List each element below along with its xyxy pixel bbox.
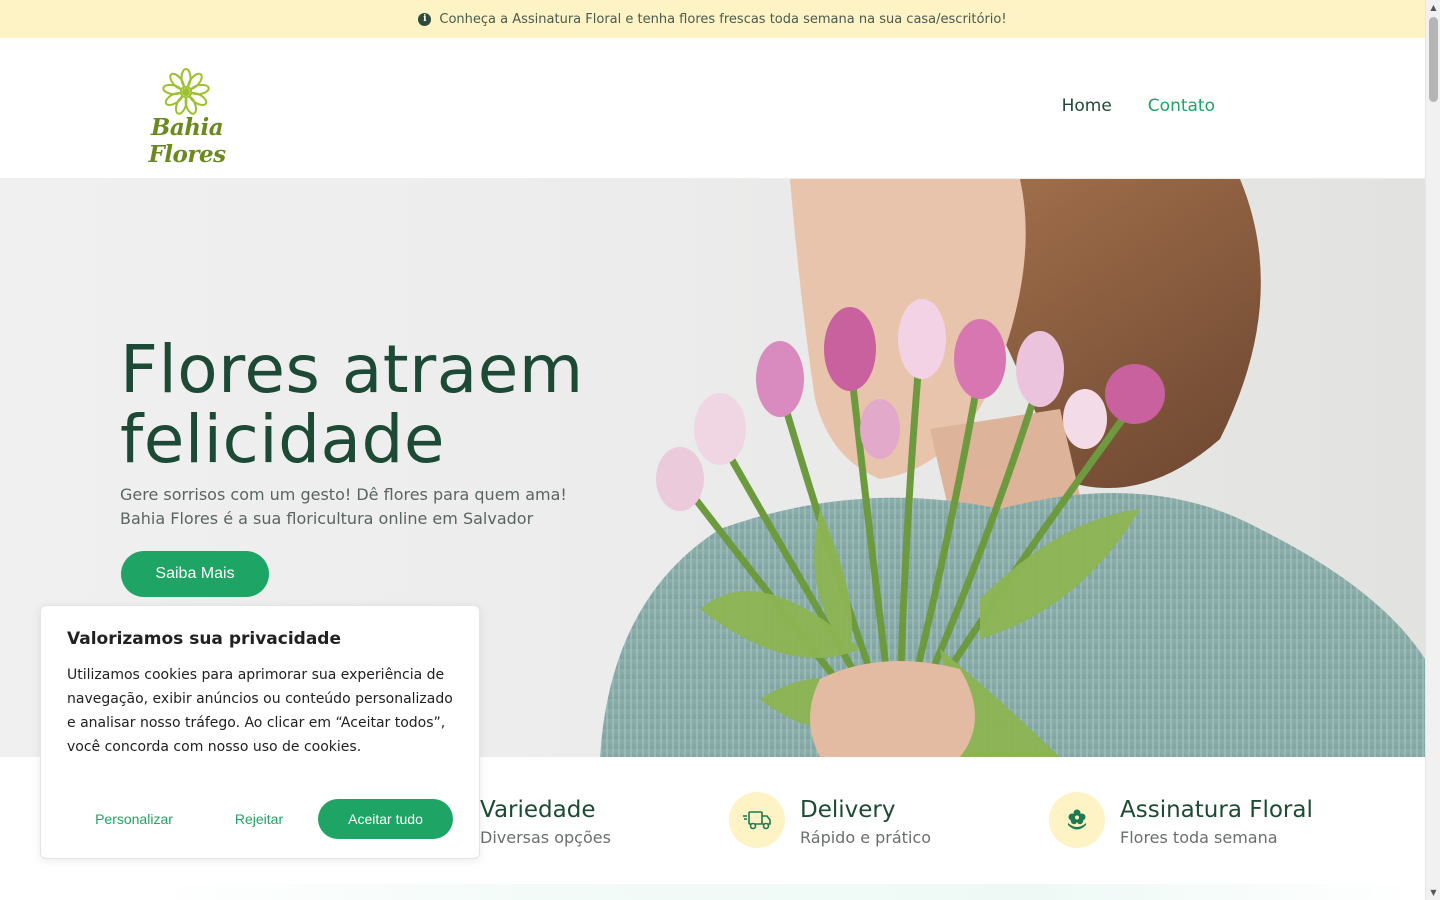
site-logo[interactable]: Bahia Flores bbox=[114, 66, 260, 168]
saiba-mais-button[interactable]: Saiba Mais bbox=[121, 551, 269, 597]
feature-assinatura-text: Assinatura Floral Flores toda semana bbox=[1120, 792, 1313, 847]
feature-delivery-text: Delivery Rápido e prático bbox=[800, 792, 931, 847]
cookie-body: Utilizamos cookies para aprimorar sua ex… bbox=[67, 667, 453, 755]
logo-text: Bahia Flores bbox=[148, 114, 226, 168]
nav-home-link[interactable]: Home bbox=[1062, 96, 1112, 116]
feature-delivery: Delivery Rápido e prático bbox=[729, 792, 931, 848]
info-circle-icon: i bbox=[418, 12, 432, 26]
main-nav: Home Contato bbox=[1062, 96, 1215, 116]
scroll-up-arrow-icon[interactable]: ▲ bbox=[1426, 0, 1440, 15]
nav-contato-link[interactable]: Contato bbox=[1148, 96, 1215, 116]
cookie-actions: Personalizar Rejeitar Aceitar tudo bbox=[67, 799, 455, 839]
cookie-rejeitar-button[interactable]: Rejeitar bbox=[217, 799, 301, 839]
announcement-bar: i Conheça a Assinatura Floral e tenha fl… bbox=[0, 0, 1425, 38]
delivery-truck-icon bbox=[729, 792, 785, 848]
feature-assinatura-floral: Assinatura Floral Flores toda semana bbox=[1049, 792, 1313, 848]
cookie-aceitar-button[interactable]: Aceitar tudo bbox=[318, 799, 453, 839]
feature-subtitle: Flores toda semana bbox=[1120, 828, 1278, 847]
hero-subtitle-line2: Bahia Flores é a sua floricultura online… bbox=[120, 509, 534, 528]
feature-title: Assinatura Floral bbox=[1120, 797, 1313, 823]
feature-variedade-text: Variedade Diversas opções bbox=[480, 792, 611, 847]
hero-title-line1: Flores atraem bbox=[120, 331, 584, 408]
cookie-consent-banner: Valorizamos sua privacidade Utilizamos c… bbox=[40, 605, 480, 859]
flower-badge-icon bbox=[1049, 792, 1105, 848]
section-divider bbox=[140, 884, 1425, 900]
scroll-down-arrow-icon[interactable]: ▼ bbox=[1426, 885, 1440, 900]
feature-subtitle: Diversas opções bbox=[480, 828, 611, 847]
flower-logo-icon bbox=[162, 68, 210, 115]
feature-title: Delivery bbox=[800, 797, 896, 823]
feature-title: Variedade bbox=[480, 797, 596, 823]
hero-subtitle-line1: Gere sorrisos com um gesto! Dê flores pa… bbox=[120, 485, 567, 504]
site-header: Bahia Flores Home Contato bbox=[0, 38, 1425, 179]
announcement-text: Conheça a Assinatura Floral e tenha flor… bbox=[439, 11, 1007, 27]
hero-title: Flores atraem felicidade bbox=[120, 335, 584, 475]
feature-subtitle: Rápido e prático bbox=[800, 828, 931, 847]
hero-title-line2: felicidade bbox=[120, 401, 445, 478]
cookie-personalizar-button[interactable]: Personalizar bbox=[67, 799, 201, 839]
page-scrollbar[interactable]: ▲ ▼ bbox=[1425, 0, 1440, 900]
hero-subtitle: Gere sorrisos com um gesto! Dê flores pa… bbox=[120, 483, 567, 531]
cookie-title: Valorizamos sua privacidade bbox=[67, 629, 342, 649]
feature-variedade: Variedade Diversas opções bbox=[480, 792, 611, 847]
scrollbar-thumb[interactable] bbox=[1429, 17, 1438, 102]
